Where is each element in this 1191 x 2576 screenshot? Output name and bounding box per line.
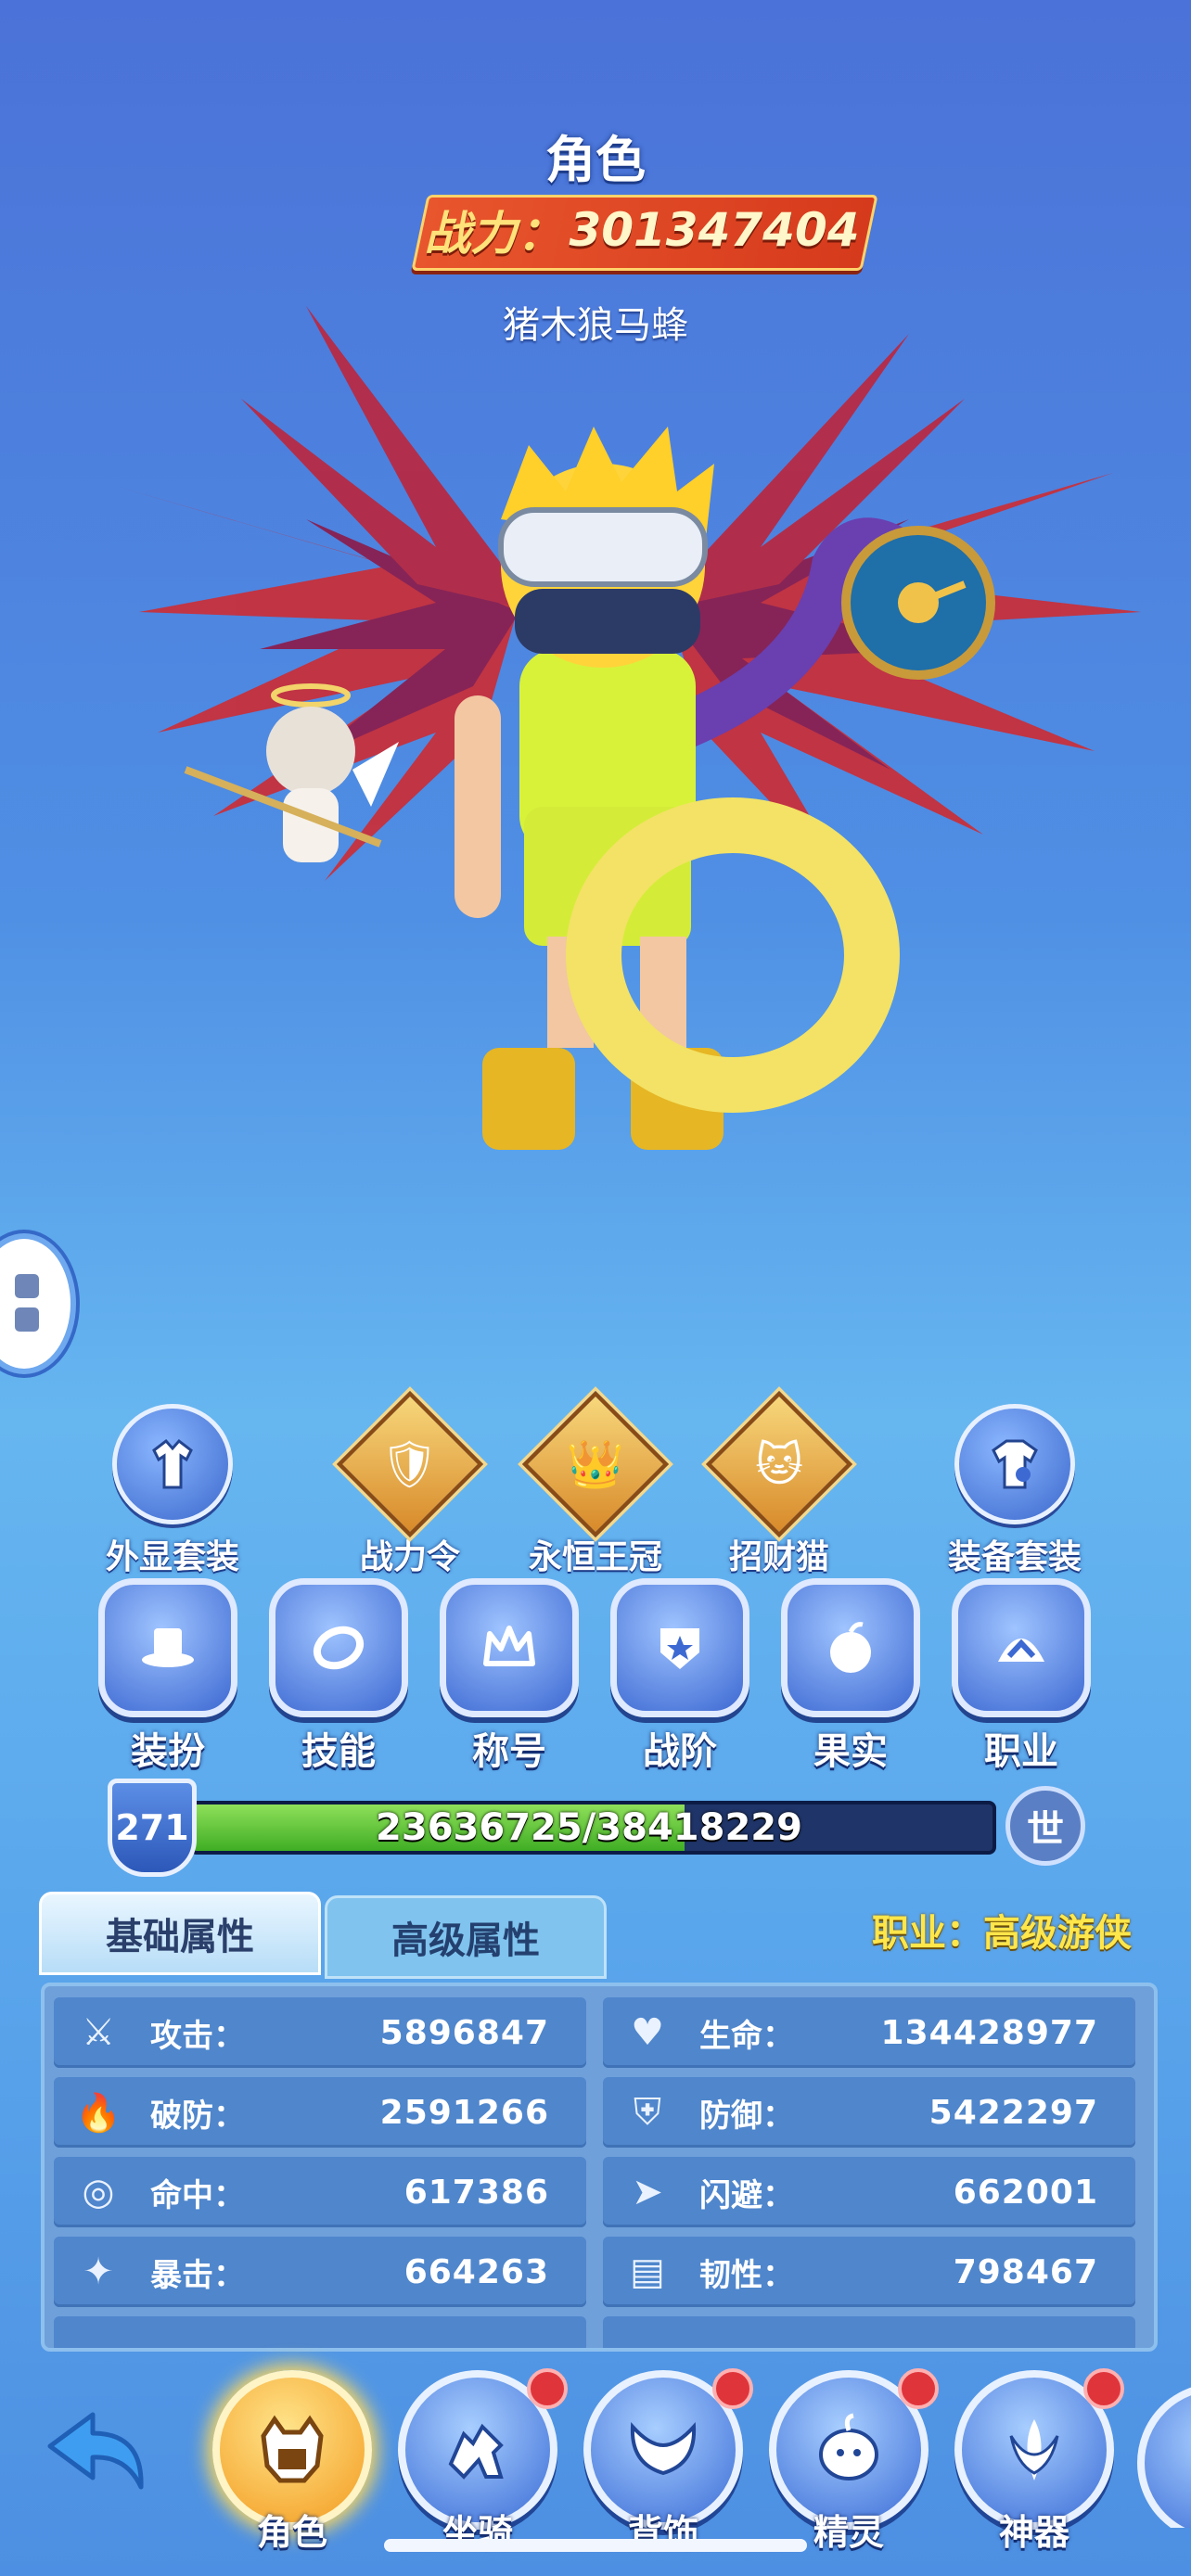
feature-equipment-set[interactable]: 装备套装 <box>931 1404 1098 1576</box>
stat-accuracy: ◎ 命中： 617386 <box>54 2157 586 2227</box>
menu-label: 称号 <box>472 1730 546 1773</box>
stat-value: 2591266 <box>379 2093 549 2132</box>
stat-value: 662001 <box>953 2173 1098 2212</box>
side-menu-toggle[interactable] <box>0 1233 76 1374</box>
player-name: 猪木狼马蜂 <box>503 304 688 347</box>
nav-character[interactable]: 角色 <box>204 2370 380 2556</box>
home-indicator <box>384 2539 807 2552</box>
power-score: 战力： 301347404 <box>419 195 864 265</box>
menu-dress-up[interactable]: 装扮 <box>98 1578 237 1773</box>
clock-ornament <box>841 526 995 680</box>
crown-outline-icon <box>440 1578 579 1717</box>
grid-icon <box>15 1307 39 1332</box>
profession-label: 职业：高级游侠 <box>872 1912 1132 1955</box>
stat-name: 攻击： <box>150 2017 245 2055</box>
stat-defense: ⛨ 防御： 5422297 <box>603 2077 1135 2148</box>
stat-value: 5422297 <box>928 2093 1098 2132</box>
hat-icon <box>98 1578 237 1717</box>
nav-artifact[interactable]: 神器 <box>946 2368 1124 2556</box>
stat-value: 5896847 <box>379 2013 549 2052</box>
feature-lucky-cat[interactable]: 🐱 招财猫 <box>696 1390 863 1576</box>
page-title: 角色 <box>545 131 646 189</box>
feature-label: 外显套装 <box>105 1538 239 1576</box>
shirt-icon <box>112 1404 233 1524</box>
stat-name: 闪避： <box>699 2176 794 2214</box>
menu-skills[interactable]: 技能 <box>269 1578 408 1773</box>
crown-icon: 👑 <box>521 1390 670 1538</box>
helmet-icon <box>952 1578 1091 1717</box>
feature-outfit-set[interactable]: 外显套装 <box>89 1404 256 1576</box>
world-button[interactable]: 世 <box>1005 1786 1085 1866</box>
nav-more-partial[interactable] <box>1137 2383 1191 2528</box>
stat-name: 生命： <box>699 2017 794 2055</box>
stat-hp: ♥ 生命： 134428977 <box>603 1997 1135 2068</box>
menu-label: 战阶 <box>643 1730 717 1773</box>
star-badge-icon <box>610 1578 749 1717</box>
stat-value: 664263 <box>403 2252 549 2291</box>
stat-name: 防御： <box>699 2097 794 2135</box>
menu-label: 装扮 <box>131 1730 205 1773</box>
dash-icon: ➤ <box>632 2171 663 2213</box>
stat-crit: ✦ 暴击： 664263 <box>54 2237 586 2307</box>
crit-icon: ✦ <box>83 2251 114 2293</box>
lucky-cat-icon: 🐱 <box>705 1390 853 1538</box>
stats-panel: ⚔ 攻击： 5896847 ♥ 生命： 134428977 🔥 破防： 2591… <box>41 1983 1158 2352</box>
shield-badge-icon: 🛡 <box>336 1390 484 1538</box>
target-icon: ◎ <box>82 2171 115 2213</box>
feature-power-pass[interactable]: 🛡 战力令 <box>327 1390 493 1576</box>
fruit-icon <box>781 1578 920 1717</box>
armor-icon: ▤ <box>630 2251 665 2293</box>
menu-label: 果实 <box>813 1730 888 1773</box>
stat-value: 798467 <box>953 2252 1098 2291</box>
stat-row-partial <box>603 2316 1135 2348</box>
power-label: 战力： <box>424 207 564 261</box>
ring-icon <box>269 1578 408 1717</box>
feature-eternal-crown[interactable]: 👑 永恒王冠 <box>512 1390 679 1576</box>
tab-advanced-attributes[interactable]: 高级属性 <box>325 1895 607 1979</box>
power-value: 301347404 <box>569 203 860 257</box>
nav-label: 角色 <box>256 2512 327 2553</box>
nav-label: 神器 <box>998 2512 1069 2553</box>
stat-row-partial <box>54 2316 586 2348</box>
menu-profession[interactable]: 职业 <box>952 1578 1091 1773</box>
stat-name: 暴击： <box>150 2256 245 2294</box>
tshirt-icon <box>954 1404 1075 1524</box>
back-arrow-icon[interactable] <box>41 2402 152 2504</box>
stat-attack: ⚔ 攻击： 5896847 <box>54 1997 586 2068</box>
notification-dot <box>1083 2368 1124 2409</box>
notification-dot <box>712 2368 753 2409</box>
level-badge: 271 <box>108 1779 197 1877</box>
menu-label: 职业 <box>984 1730 1058 1773</box>
nav-back-accessory[interactable]: 背饰 <box>575 2368 753 2556</box>
character-scene <box>102 306 1141 1150</box>
xp-text: 23636725/38418229 <box>376 1806 802 1849</box>
stat-name: 破防： <box>150 2097 245 2135</box>
grid-icon <box>15 1274 39 1298</box>
stat-armor-pierce: 🔥 破防： 2591266 <box>54 2077 586 2148</box>
nav-mount[interactable]: 坐骑 <box>390 2368 568 2556</box>
flame-icon: 🔥 <box>75 2091 122 2135</box>
stat-name: 命中： <box>150 2176 245 2214</box>
stat-toughness: ▤ 韧性： 798467 <box>603 2237 1135 2307</box>
menu-titles[interactable]: 称号 <box>440 1578 579 1773</box>
sword-icon: ⚔ <box>82 2011 115 2054</box>
shield-icon: ⛨ <box>634 2091 661 2134</box>
notification-dot <box>527 2368 568 2409</box>
notification-dot <box>898 2368 939 2409</box>
feature-label: 装备套装 <box>947 1538 1082 1576</box>
stat-name: 韧性： <box>699 2256 794 2294</box>
menu-battle-rank[interactable]: 战阶 <box>610 1578 749 1773</box>
menu-label: 技能 <box>301 1730 376 1773</box>
stat-value: 617386 <box>403 2173 549 2212</box>
stat-dodge: ➤ 闪避： 662001 <box>603 2157 1135 2227</box>
tab-basic-attributes[interactable]: 基础属性 <box>39 1892 321 1975</box>
heart-icon: ♥ <box>631 2011 664 2054</box>
nav-spirit[interactable]: 精灵 <box>761 2368 939 2556</box>
menu-fruit[interactable]: 果实 <box>781 1578 920 1773</box>
stat-value: 134428977 <box>880 2013 1098 2052</box>
